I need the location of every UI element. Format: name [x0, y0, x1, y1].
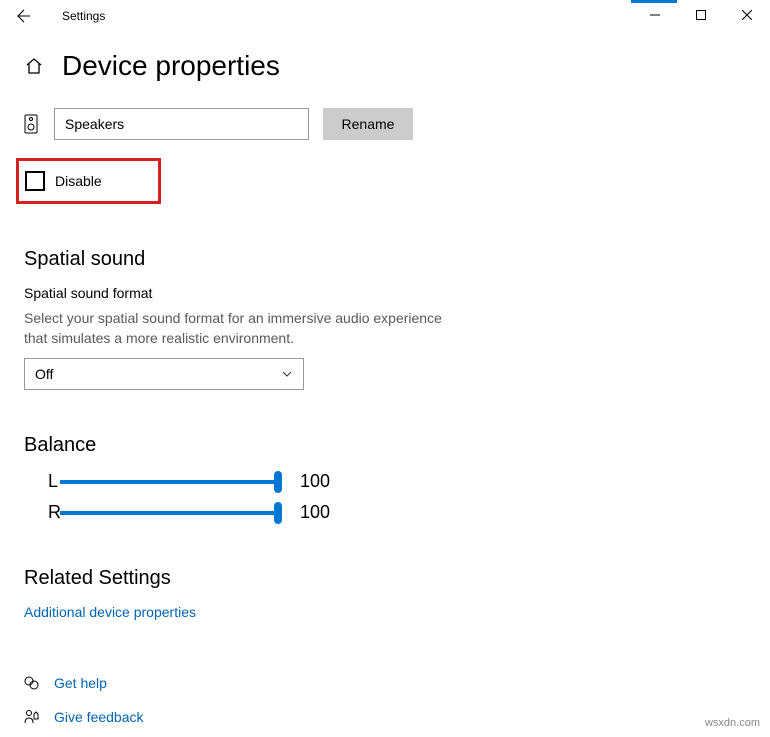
window-controls: [632, 0, 770, 30]
balance-right-value: 100: [300, 502, 330, 523]
balance-left-slider[interactable]: [60, 480, 278, 484]
minimize-icon: [650, 10, 660, 20]
close-icon: [742, 10, 752, 20]
slider-thumb[interactable]: [274, 471, 282, 493]
spatial-format-dropdown[interactable]: Off: [24, 358, 304, 390]
additional-properties-link[interactable]: Additional device properties: [24, 604, 196, 620]
minimize-button[interactable]: [632, 0, 678, 30]
page-header: Device properties: [0, 32, 770, 82]
watermark: wsxdn.com: [705, 717, 760, 729]
home-button[interactable]: [24, 56, 44, 76]
get-help-link[interactable]: Get help: [54, 675, 107, 691]
disable-label: Disable: [55, 173, 102, 189]
content-area: Rename Disable Spatial sound Spatial sou…: [0, 82, 770, 622]
slider-thumb[interactable]: [274, 502, 282, 524]
give-feedback-row: Give feedback: [24, 709, 144, 725]
balance-right-slider[interactable]: [60, 511, 278, 515]
feedback-icon: [24, 709, 40, 725]
help-icon: [24, 675, 40, 691]
page-title: Device properties: [62, 50, 280, 82]
spatial-format-label: Spatial sound format: [24, 285, 746, 301]
dropdown-value: Off: [35, 366, 53, 382]
device-name-input[interactable]: [54, 108, 309, 140]
balance-left-label: L: [24, 471, 60, 492]
balance-left-value: 100: [300, 471, 330, 492]
back-button[interactable]: [14, 6, 34, 26]
rename-button[interactable]: Rename: [323, 108, 413, 140]
give-feedback-link[interactable]: Give feedback: [54, 709, 144, 725]
device-name-row: Rename: [24, 108, 746, 140]
balance-left-row: L 100: [24, 471, 746, 492]
home-icon: [24, 56, 44, 76]
speaker-icon: [24, 114, 40, 134]
get-help-row: Get help: [24, 675, 144, 691]
back-arrow-icon: [17, 9, 31, 23]
disable-checkbox[interactable]: [25, 171, 45, 191]
spatial-description: Select your spatial sound format for an …: [24, 309, 464, 348]
maximize-icon: [696, 10, 706, 20]
balance-right-label: R: [24, 502, 60, 523]
maximize-button[interactable]: [678, 0, 724, 30]
balance-heading: Balance: [24, 434, 746, 457]
related-settings-heading: Related Settings: [24, 567, 746, 590]
spatial-sound-heading: Spatial sound: [24, 248, 746, 271]
balance-right-row: R 100: [24, 502, 746, 523]
chevron-down-icon: [281, 368, 293, 380]
app-title: Settings: [62, 9, 105, 23]
disable-highlight: Disable: [16, 158, 161, 204]
close-button[interactable]: [724, 0, 770, 30]
footer-links: Get help Give feedback: [24, 657, 144, 725]
